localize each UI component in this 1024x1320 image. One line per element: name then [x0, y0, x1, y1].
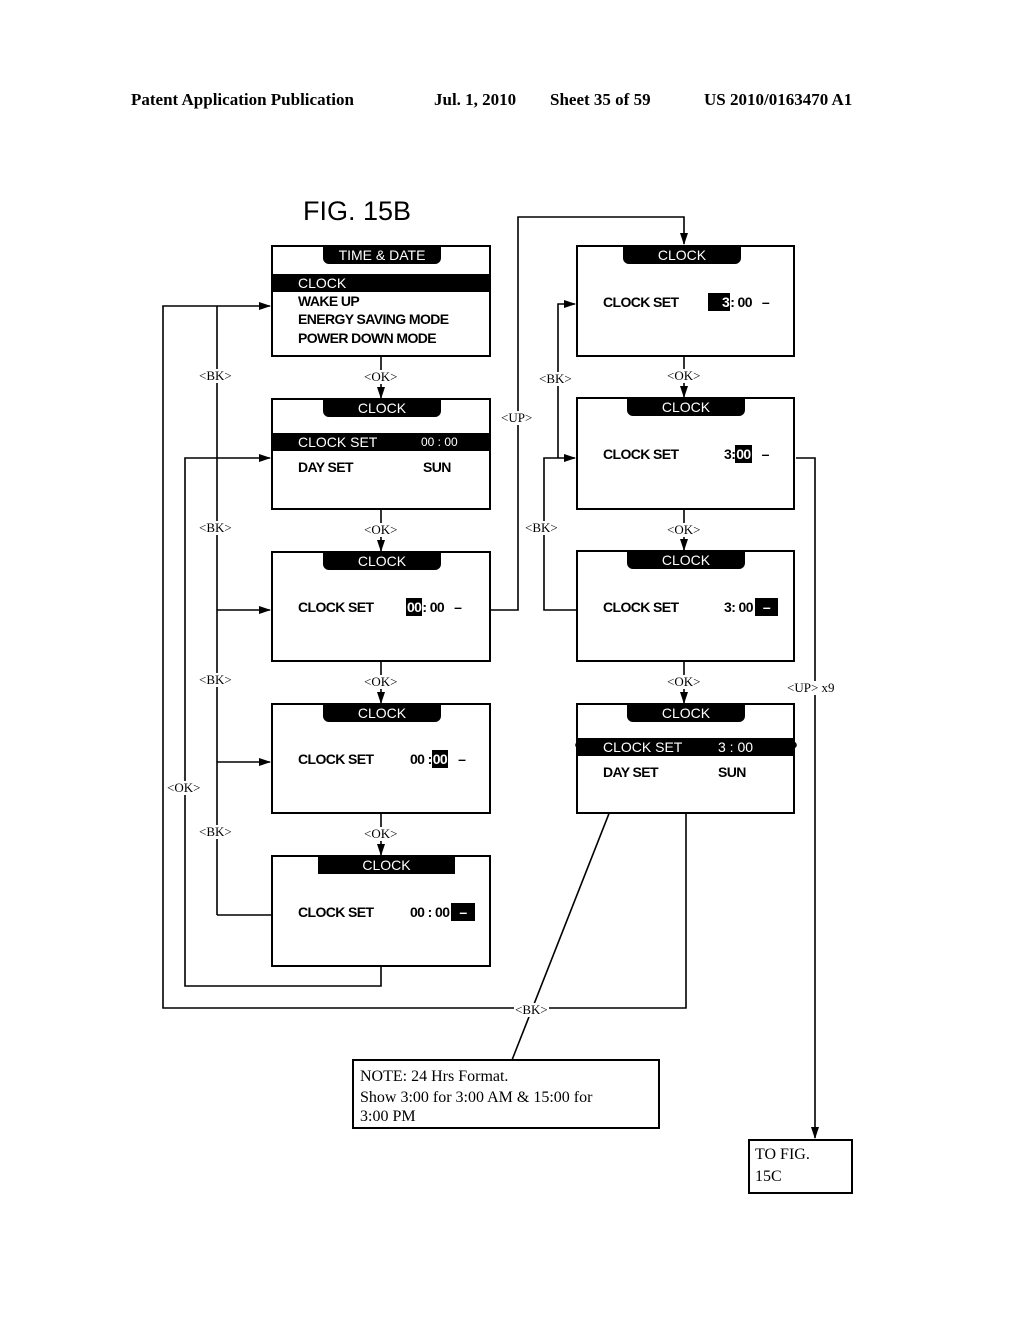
- screen-tab: CLOCK: [623, 246, 741, 264]
- ampm-field[interactable]: –: [754, 598, 779, 616]
- connector-text: TO FIG.: [755, 1146, 810, 1163]
- screen-clock-menu: CLOCK CLOCK SET 00 : 00 DAY SET SUN: [271, 398, 491, 510]
- label-ok: <OK>: [363, 674, 399, 689]
- screen-tab: CLOCK: [318, 856, 455, 874]
- label-ok-return: <OK>: [166, 780, 202, 795]
- minute-field[interactable]: 00: [430, 598, 445, 616]
- note-line: Show 3:00 for 3:00 AM & 15:00 for: [360, 1089, 593, 1106]
- hour-field[interactable]: 3: [724, 445, 732, 463]
- hour-field[interactable]: 3: [708, 293, 731, 311]
- connector-text: 15C: [755, 1168, 782, 1185]
- screen-tab: CLOCK: [627, 704, 745, 722]
- menu-item-clock[interactable]: CLOCK: [273, 274, 489, 292]
- note-line: NOTE: 24 Hrs Format.: [360, 1068, 509, 1085]
- screen-edit-minute-3: CLOCK CLOCK SET 3:00–: [576, 397, 795, 510]
- screen-tab: TIME & DATE: [323, 246, 441, 264]
- label-up-x9: <UP> x9: [786, 680, 836, 695]
- screen-time-date-menu: TIME & DATE CLOCK WAKE UP ENERGY SAVING …: [271, 245, 491, 357]
- label-up: <UP>: [500, 410, 534, 425]
- ampm-field[interactable]: –: [454, 598, 462, 616]
- row-clock-set: CLOCK SET 3: 00–: [603, 293, 770, 311]
- note-line: 3:00 PM: [360, 1108, 416, 1125]
- minute-field[interactable]: 00: [735, 445, 752, 463]
- screen-tab: CLOCK: [323, 552, 441, 570]
- row-day-set[interactable]: DAY SET SUN: [578, 763, 793, 781]
- ampm-field[interactable]: –: [762, 445, 770, 463]
- ampm-field[interactable]: –: [458, 750, 466, 768]
- note-box: NOTE: 24 Hrs Format. Show 3:00 for 3:00 …: [352, 1059, 660, 1129]
- connector-to-fig-15c[interactable]: TO FIG. 15C: [748, 1139, 853, 1194]
- screen-tab: CLOCK: [323, 704, 441, 722]
- menu-item-energy-saving[interactable]: ENERGY SAVING MODE: [273, 310, 489, 328]
- screen-edit-ampm-3: CLOCK CLOCK SET 3: 00–: [576, 550, 795, 662]
- up-x9-to-fig15c: [796, 457, 819, 1139]
- row-day-set[interactable]: DAY SET SUN: [273, 458, 489, 476]
- hour-field[interactable]: 3: [724, 598, 732, 616]
- menu-item-wake-up[interactable]: WAKE UP: [273, 292, 489, 310]
- screen-tab: CLOCK: [627, 551, 745, 569]
- label-ok: <OK>: [666, 368, 702, 383]
- row-clock-set[interactable]: CLOCK SET 3 : 00: [578, 738, 793, 756]
- label-bk: <BK>: [198, 824, 233, 839]
- hour-field[interactable]: 00: [410, 903, 425, 921]
- minute-field[interactable]: 00: [738, 293, 753, 311]
- label-bk: <BK>: [198, 520, 233, 535]
- label-ok: <OK>: [363, 826, 399, 841]
- label-ok: <OK>: [363, 369, 399, 384]
- minute-field[interactable]: 00: [435, 903, 450, 921]
- minute-field[interactable]: 00: [739, 598, 754, 616]
- screen-edit-hour-3: CLOCK CLOCK SET 3: 00–: [576, 245, 795, 357]
- label-bk: <BK>: [524, 520, 559, 535]
- label-bk: <BK>: [198, 368, 233, 383]
- label-ok: <OK>: [666, 674, 702, 689]
- row-clock-set: CLOCK SET 3:00–: [603, 445, 770, 463]
- ampm-field[interactable]: –: [762, 293, 770, 311]
- hour-field[interactable]: 00: [410, 750, 425, 768]
- screen-edit-hour: CLOCK CLOCK SET 00: 00–: [271, 551, 491, 662]
- label-bk: <BK>: [538, 371, 573, 386]
- label-ok: <OK>: [666, 522, 702, 537]
- row-clock-set: CLOCK SET 00: 00–: [298, 598, 462, 616]
- minute-field[interactable]: 00: [431, 750, 449, 768]
- label-bk-return: <BK>: [514, 1002, 549, 1017]
- ampm-field[interactable]: –: [451, 903, 475, 921]
- screen-edit-ampm: CLOCK CLOCK SET 00 : 00–: [271, 855, 491, 967]
- hour-field[interactable]: 00: [406, 598, 423, 616]
- screen-clock-result: CLOCK CLOCK SET 3 : 00 DAY SET SUN: [576, 703, 795, 814]
- row-clock-set: CLOCK SET 00 :00–: [298, 750, 466, 768]
- label-ok: <OK>: [363, 522, 399, 537]
- menu-item-power-down[interactable]: POWER DOWN MODE: [273, 329, 489, 347]
- screen-tab: CLOCK: [627, 398, 745, 416]
- row-clock-set: CLOCK SET 00 : 00–: [273, 903, 489, 921]
- label-bk: <BK>: [198, 672, 233, 687]
- row-clock-set: CLOCK SET 3: 00–: [578, 598, 793, 616]
- screen-tab: CLOCK: [323, 399, 441, 417]
- screen-edit-minute: CLOCK CLOCK SET 00 :00–: [271, 703, 491, 814]
- row-clock-set[interactable]: CLOCK SET 00 : 00: [273, 433, 489, 451]
